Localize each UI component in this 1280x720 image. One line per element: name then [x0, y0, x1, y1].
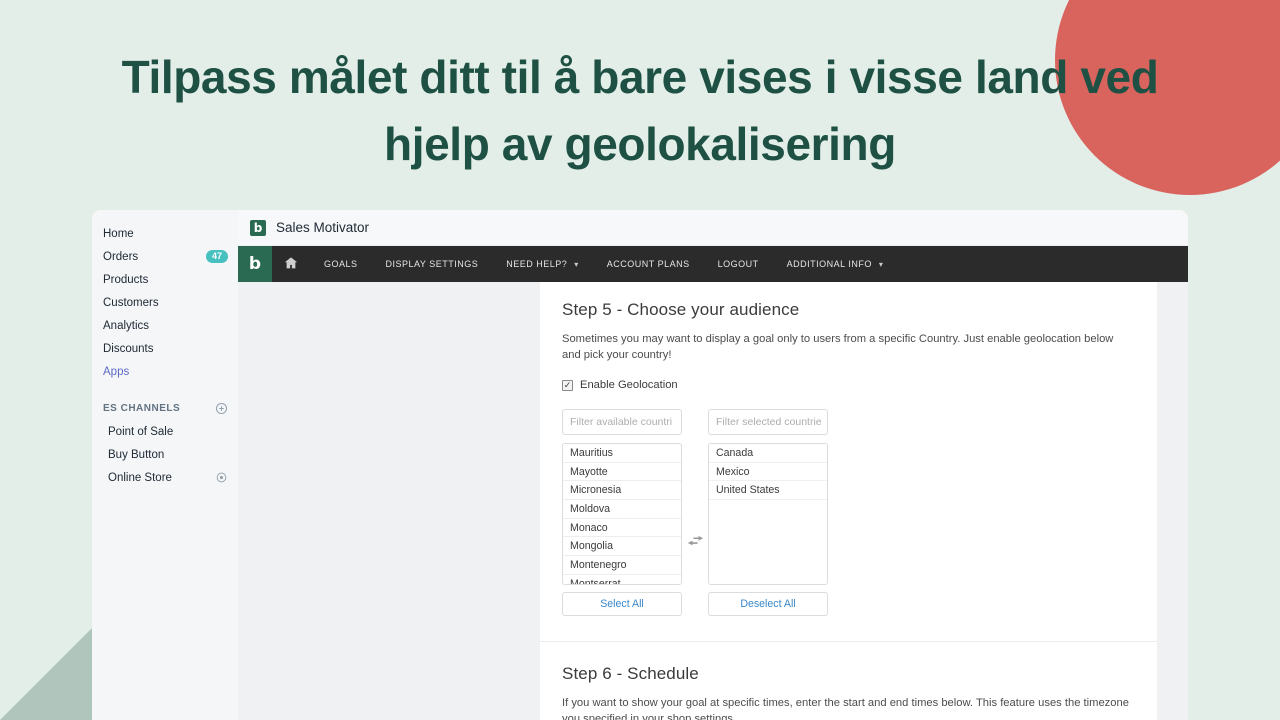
navbar-item-label: LOGOUT [717, 259, 759, 269]
sidebar-item-products[interactable]: Products [92, 268, 238, 291]
app-navbar: b GOALS DISPLAY SETTINGS NEED HELP? ▾ AC… [238, 246, 1188, 282]
sidebar-item-point-of-sale[interactable]: Point of Sale [92, 420, 238, 443]
sidebar-item-label: Customers [103, 296, 159, 309]
app-body: Step 5 - Choose your audience Sometimes … [238, 282, 1188, 720]
enable-geolocation-checkbox[interactable]: ✓ [562, 379, 573, 391]
list-item[interactable]: Mexico [709, 463, 827, 482]
sidebar-item-online-store[interactable]: Online Store [92, 466, 238, 489]
available-countries-list[interactable]: Mauritius Mayotte Micronesia Moldova Mon… [562, 443, 682, 585]
list-item[interactable]: Mongolia [563, 537, 681, 557]
navbar-item-label: ADDITIONAL INFO [786, 259, 872, 269]
sidebar-item-label: Buy Button [108, 448, 165, 461]
app-panel: b Sales Motivator b GOALS DISPLAY SETTIN… [238, 210, 1188, 720]
page-title-line-1: Tilpass målet ditt til å bare vises i vi… [121, 51, 1159, 103]
orders-count-badge: 47 [205, 250, 228, 263]
sidebar-item-discounts[interactable]: Discounts [92, 337, 238, 360]
page-title: Tilpass målet ditt til å bare vises i vi… [0, 44, 1280, 178]
navbar-item-logout[interactable]: LOGOUT [704, 246, 773, 282]
country-dual-list: Filter available countri Mauritius Mayot… [562, 409, 1135, 616]
content-card: Step 5 - Choose your audience Sometimes … [540, 282, 1157, 720]
sidebar-item-orders[interactable]: Orders 47 [92, 245, 238, 268]
navbar-item-label: ACCOUNT PLANS [606, 259, 690, 269]
navbar-item-label: DISPLAY SETTINGS [385, 259, 479, 269]
navbar-item-need-help[interactable]: NEED HELP? ▾ [492, 246, 593, 282]
list-item[interactable]: Mayotte [563, 463, 681, 482]
decorative-triangle [0, 627, 93, 720]
sidebar-section-label: ES CHANNELS [103, 403, 181, 414]
sidebar-item-label: Apps [103, 365, 130, 378]
step5-description: Sometimes you may want to display a goal… [562, 333, 1114, 361]
plus-circle-icon[interactable] [215, 402, 228, 415]
available-countries-column: Filter available countri Mauritius Mayot… [562, 409, 682, 616]
chevron-down-icon: ▾ [878, 259, 884, 269]
filter-selected-input[interactable]: Filter selected countrie [708, 409, 828, 435]
list-item[interactable]: Mauritius [563, 444, 681, 463]
list-item[interactable]: Montserrat [563, 575, 681, 584]
sidebar-item-label: Point of Sale [108, 425, 174, 438]
list-item[interactable]: Canada [709, 444, 827, 463]
app-titlebar: b Sales Motivator [238, 210, 1188, 246]
sidebar-item-apps[interactable]: Apps [92, 360, 238, 383]
sidebar-item-label: Products [103, 273, 149, 286]
step6-description: If you want to show your goal at specifi… [562, 697, 1129, 720]
list-item[interactable]: Monaco [563, 519, 681, 538]
exchange-arrows-icon [682, 469, 708, 611]
eye-icon[interactable] [215, 471, 228, 484]
sidebar-item-label: Orders [103, 250, 139, 263]
step6-title: Step 6 - Schedule [562, 664, 699, 683]
sidebar-item-home[interactable]: Home [92, 222, 238, 245]
list-item[interactable]: Micronesia [563, 481, 681, 501]
navbar-item-label: NEED HELP? [506, 259, 568, 269]
list-item[interactable]: United States [709, 481, 827, 501]
select-all-button[interactable]: Select All [562, 592, 682, 616]
enable-geolocation-row[interactable]: ✓ Enable Geolocation [562, 379, 1135, 391]
browser-window: Home Orders 47 Products Customers Analyt… [92, 210, 1188, 720]
selected-countries-column: Filter selected countrie Canada Mexico U… [708, 409, 828, 616]
sidebar-section-sales-channels: ES CHANNELS [92, 397, 238, 420]
sidebar-item-label: Online Store [108, 471, 172, 484]
filter-available-input[interactable]: Filter available countri [562, 409, 682, 435]
navbar-item-account-plans[interactable]: ACCOUNT PLANS [593, 246, 704, 282]
app-logo-icon: b [250, 219, 266, 236]
navbar-item-display-settings[interactable]: DISPLAY SETTINGS [372, 246, 493, 282]
sidebar-item-label: Analytics [103, 319, 150, 332]
selected-countries-list[interactable]: Canada Mexico United States [708, 443, 828, 585]
deselect-all-button[interactable]: Deselect All [708, 592, 828, 616]
navbar-item-label: GOALS [324, 259, 358, 269]
list-item[interactable]: Moldova [563, 500, 681, 519]
sidebar-item-customers[interactable]: Customers [92, 291, 238, 314]
sidebar-item-label: Home [103, 227, 134, 240]
sidebar-item-analytics[interactable]: Analytics [92, 314, 238, 337]
enable-geolocation-label: Enable Geolocation [580, 379, 678, 391]
list-item[interactable]: Montenegro [563, 556, 681, 575]
navbar-item-goals[interactable]: GOALS [310, 246, 372, 282]
app-title: Sales Motivator [276, 220, 370, 235]
chevron-down-icon: ▾ [574, 259, 579, 269]
sidebar-item-buy-button[interactable]: Buy Button [92, 443, 238, 466]
step5-title: Step 5 - Choose your audience [562, 300, 800, 319]
page-title-line-2: hjelp av geolokalisering [384, 118, 896, 170]
home-icon [284, 256, 298, 272]
sidebar-item-label: Discounts [103, 342, 154, 355]
navbar-brand-logo[interactable]: b [238, 246, 272, 282]
navbar-item-additional-info[interactable]: ADDITIONAL INFO ▾ [773, 246, 898, 282]
shop-admin-sidebar: Home Orders 47 Products Customers Analyt… [92, 210, 238, 720]
navbar-home-link[interactable] [272, 246, 310, 282]
